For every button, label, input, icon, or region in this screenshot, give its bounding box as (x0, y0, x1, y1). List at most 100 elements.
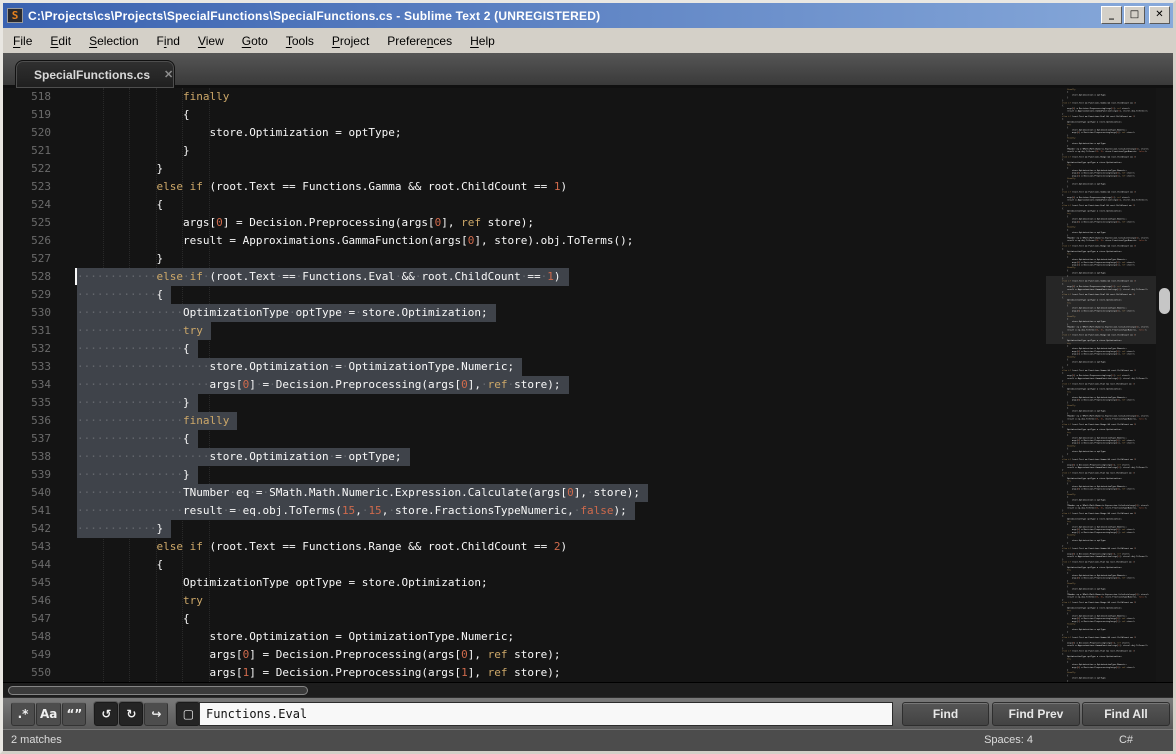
tab-specialfunctions[interactable]: SpecialFunctions.cs ✕ (15, 60, 175, 88)
minimap[interactable]: finally { store.Optimization = optType; … (1046, 88, 1156, 682)
line-number: 521 (3, 142, 51, 160)
code-line[interactable]: 522 } (3, 160, 1046, 178)
code-line[interactable]: 525 args[0] = Decision.Preprocessing(arg… (3, 214, 1046, 232)
line-number: 535 (3, 394, 51, 412)
code-line[interactable]: 540················TNumber·eq·=·SMath.Ma… (3, 484, 1046, 502)
code-line[interactable]: 539················} (3, 466, 1046, 484)
code-line[interactable]: 549 args[0] = Decision.Preprocessing(arg… (3, 646, 1046, 664)
regex-toggle[interactable]: .* (11, 702, 35, 726)
code-line[interactable]: 550 args[1] = Decision.Preprocessing(arg… (3, 664, 1046, 682)
minimap-viewport[interactable] (1046, 276, 1156, 344)
vertical-scrollbar[interactable] (1156, 88, 1173, 682)
code-line[interactable]: 536················finally (3, 412, 1046, 430)
line-number: 524 (3, 196, 51, 214)
line-number: 531 (3, 322, 51, 340)
code-line[interactable]: 546 try (3, 592, 1046, 610)
line-number: 542 (3, 520, 51, 538)
code-line[interactable]: 544 { (3, 556, 1046, 574)
code-line[interactable]: 545 OptimizationType optType = store.Opt… (3, 574, 1046, 592)
code-line[interactable]: 524 { (3, 196, 1046, 214)
line-number: 529 (3, 286, 51, 304)
line-number: 522 (3, 160, 51, 178)
code-line[interactable]: 526 result = Approximations.GammaFunctio… (3, 232, 1046, 250)
line-number: 548 (3, 628, 51, 646)
code-line[interactable]: 542············} (3, 520, 1046, 538)
menu-item-preferences[interactable]: Preferences (379, 31, 460, 51)
code-line[interactable]: 523 else if (root.Text == Functions.Gamm… (3, 178, 1046, 196)
app-icon: S (7, 8, 23, 23)
whole-word-toggle[interactable]: “” (62, 702, 86, 726)
line-number: 532 (3, 340, 51, 358)
code-line[interactable]: 530················OptimizationType·optT… (3, 304, 1046, 322)
menu-item-goto[interactable]: Goto (234, 31, 276, 51)
window-title: C:\Projects\cs\Projects\SpecialFunctions… (28, 9, 600, 23)
code-line[interactable]: 547 { (3, 610, 1046, 628)
title-bar[interactable]: S C:\Projects\cs\Projects\SpecialFunctio… (3, 3, 1173, 28)
highlight-matches-toggle[interactable]: ▢ (176, 702, 200, 726)
code-line[interactable]: 531················try (3, 322, 1046, 340)
code-line[interactable]: 537················{ (3, 430, 1046, 448)
menu-item-tools[interactable]: Tools (278, 31, 322, 51)
menu-item-edit[interactable]: Edit (42, 31, 79, 51)
code-lines[interactable]: 518 finally519 {520 store.Optimization =… (3, 88, 1046, 682)
menu-item-help[interactable]: Help (462, 31, 503, 51)
code-line[interactable]: 534····················args[0]·=·Decisio… (3, 376, 1046, 394)
code-line[interactable]: 548 store.Optimization = OptimizationTyp… (3, 628, 1046, 646)
status-bar: 2 matches Spaces: 4 C# (3, 729, 1173, 751)
code-line[interactable]: 520 store.Optimization = optType; (3, 124, 1046, 142)
line-number: 519 (3, 106, 51, 124)
code-line[interactable]: 543 else if (root.Text == Functions.Rang… (3, 538, 1046, 556)
line-number: 527 (3, 250, 51, 268)
find-button[interactable]: Find (902, 702, 989, 726)
tab-label: SpecialFunctions.cs (16, 68, 150, 82)
horizontal-scrollbar[interactable] (3, 682, 1173, 697)
find-prev-button[interactable]: Find Prev (992, 702, 1080, 726)
find-toggles: .*Aa“” ↺↻↪ ▢ (11, 702, 200, 726)
code-line[interactable]: 527 } (3, 250, 1046, 268)
find-all-button[interactable]: Find All (1082, 702, 1170, 726)
line-number: 537 (3, 430, 51, 448)
minimize-button[interactable]: _ (1101, 6, 1122, 24)
spaces-indicator[interactable]: Spaces: 4 (984, 734, 1033, 746)
match-count: 2 matches (11, 734, 62, 746)
menu-item-find[interactable]: Find (149, 31, 188, 51)
vertical-scrollbar-thumb[interactable] (1159, 288, 1170, 314)
code-line[interactable]: 521 } (3, 142, 1046, 160)
maximize-button[interactable]: □ (1124, 6, 1145, 24)
menu-item-view[interactable]: View (190, 31, 232, 51)
code-line[interactable]: 538····················store.Optimizatio… (3, 448, 1046, 466)
menu-bar: FileEditSelectionFindViewGotoToolsProjec… (3, 28, 1173, 53)
code-line[interactable]: 533····················store.Optimizatio… (3, 358, 1046, 376)
code-line[interactable]: 519 { (3, 106, 1046, 124)
syntax-indicator[interactable]: C# (1119, 734, 1133, 746)
line-number: 538 (3, 448, 51, 466)
tab-close-icon[interactable]: ✕ (164, 68, 173, 81)
line-number: 526 (3, 232, 51, 250)
code-line[interactable]: 528············else·if·(root.Text·==·Fun… (3, 268, 1046, 286)
line-number: 549 (3, 646, 51, 664)
line-number: 530 (3, 304, 51, 322)
line-number: 544 (3, 556, 51, 574)
find-input[interactable] (199, 702, 893, 726)
horizontal-scrollbar-thumb[interactable] (8, 686, 308, 695)
code-line[interactable]: 541················result·=·eq.obj.ToTer… (3, 502, 1046, 520)
code-line[interactable]: 535················} (3, 394, 1046, 412)
line-number: 540 (3, 484, 51, 502)
text-caret (75, 268, 77, 285)
use-buffer-toggle[interactable]: ↪ (144, 702, 168, 726)
wrap-toggle[interactable]: ↺ (94, 702, 118, 726)
tab-bar: SpecialFunctions.cs ✕ (3, 53, 1173, 88)
menu-item-selection[interactable]: Selection (81, 31, 146, 51)
code-line[interactable]: 518 finally (3, 88, 1046, 106)
code-line[interactable]: 529············{ (3, 286, 1046, 304)
line-number: 520 (3, 124, 51, 142)
in-selection-toggle[interactable]: ↻ (119, 702, 143, 726)
line-number: 545 (3, 574, 51, 592)
menu-item-project[interactable]: Project (324, 31, 377, 51)
menu-item-file[interactable]: File (5, 31, 40, 51)
close-button[interactable]: ✕ (1149, 6, 1170, 24)
case-sensitive-toggle[interactable]: Aa (36, 702, 61, 726)
editor[interactable]: 518 finally519 {520 store.Optimization =… (3, 88, 1173, 682)
line-number: 523 (3, 178, 51, 196)
code-line[interactable]: 532················{ (3, 340, 1046, 358)
